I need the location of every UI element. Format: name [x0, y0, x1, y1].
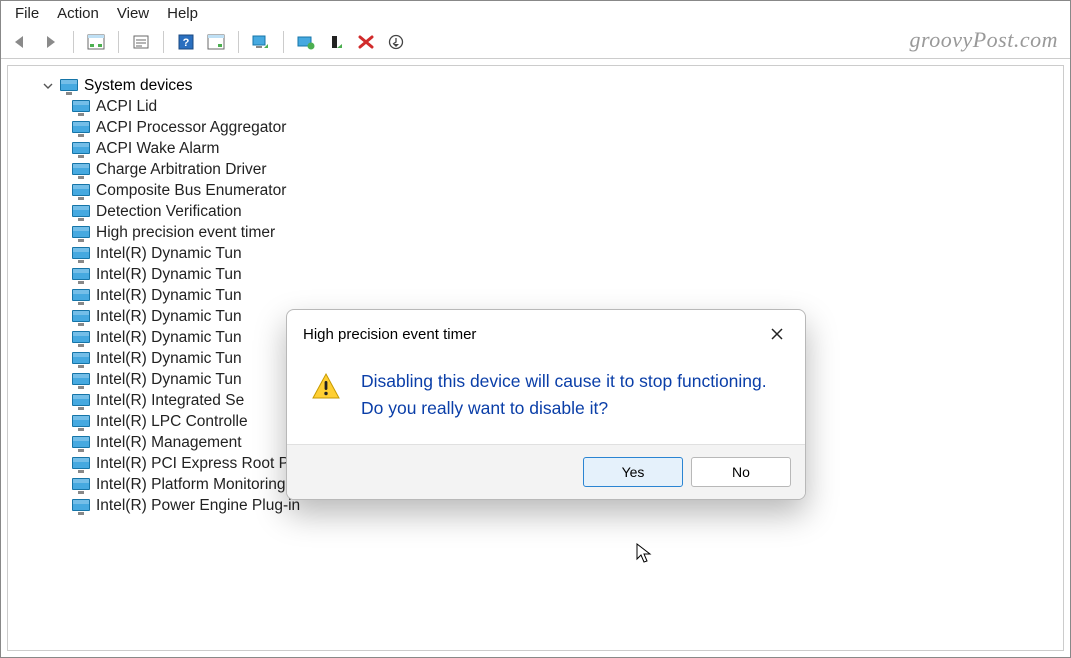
tree-item-label: Intel(R) Dynamic Tun — [96, 371, 242, 389]
dialog-message: Disabling this device will cause it to s… — [361, 368, 781, 422]
tree-item-label: Intel(R) Dynamic Tun — [96, 350, 242, 368]
device-icon — [72, 499, 90, 513]
device-icon — [72, 373, 90, 387]
device-icon — [72, 478, 90, 492]
forward-button[interactable] — [39, 30, 63, 54]
separator — [238, 31, 239, 53]
tree-item[interactable]: Charge Arbitration Driver — [72, 159, 1063, 180]
help-button[interactable]: ? — [174, 30, 198, 54]
yes-button[interactable]: Yes — [583, 457, 683, 487]
device-icon — [72, 142, 90, 156]
device-icon — [72, 415, 90, 429]
tree-item[interactable]: Intel(R) Dynamic Tun — [72, 264, 1063, 285]
device-icon — [72, 310, 90, 324]
detail-view-button[interactable] — [204, 30, 228, 54]
device-icon — [72, 457, 90, 471]
tree-item-label: Intel(R) Dynamic Tun — [96, 287, 242, 305]
tree-item[interactable]: Intel(R) Dynamic Tun — [72, 285, 1063, 306]
tree-root-system-devices[interactable]: System devices — [42, 76, 1063, 96]
device-icon — [60, 79, 78, 93]
update-driver-button[interactable] — [294, 30, 318, 54]
scan-hardware-button[interactable] — [249, 30, 273, 54]
tree-item[interactable]: ACPI Wake Alarm — [72, 138, 1063, 159]
separator — [163, 31, 164, 53]
warning-icon — [311, 368, 343, 422]
confirm-disable-dialog: High precision event timer Disabling thi… — [286, 309, 806, 500]
tree-item-label: Intel(R) Dynamic Tun — [96, 308, 242, 326]
menu-action[interactable]: Action — [57, 5, 99, 22]
disable-device-button[interactable] — [384, 30, 408, 54]
tree-item[interactable]: Composite Bus Enumerator — [72, 180, 1063, 201]
tree-item-label: High precision event timer — [96, 224, 275, 242]
tree-item[interactable]: High precision event timer — [72, 222, 1063, 243]
tree-item-label: ACPI Wake Alarm — [96, 140, 219, 158]
tree-item[interactable]: ACPI Processor Aggregator — [72, 117, 1063, 138]
close-button[interactable] — [761, 320, 793, 348]
tree-item-label: Intel(R) Dynamic Tun — [96, 329, 242, 347]
menu-view[interactable]: View — [117, 5, 149, 22]
enable-device-button[interactable] — [324, 30, 348, 54]
uninstall-device-button[interactable] — [354, 30, 378, 54]
tree-item[interactable]: ACPI Lid — [72, 96, 1063, 117]
tree-item-label: Intel(R) Management — [96, 434, 242, 452]
device-icon — [72, 289, 90, 303]
tree-item[interactable]: Detection Verification — [72, 201, 1063, 222]
device-icon — [72, 268, 90, 282]
tree-item-label: Composite Bus Enumerator — [96, 182, 286, 200]
tree-item-label: Detection Verification — [96, 203, 242, 221]
tree-item-label: Intel(R) Integrated Se — [96, 392, 244, 410]
separator — [118, 31, 119, 53]
device-icon — [72, 352, 90, 366]
device-icon — [72, 205, 90, 219]
device-icon — [72, 394, 90, 408]
tree-item[interactable]: Intel(R) Dynamic Tun — [72, 243, 1063, 264]
show-hide-tree-button[interactable] — [84, 30, 108, 54]
device-icon — [72, 247, 90, 261]
device-icon — [72, 184, 90, 198]
tree-item-label: ACPI Processor Aggregator — [96, 119, 286, 137]
properties-button[interactable] — [129, 30, 153, 54]
tree-item-label: ACPI Lid — [96, 98, 157, 116]
device-icon — [72, 100, 90, 114]
menu-bar: File Action View Help — [1, 1, 1070, 28]
tree-item-label: Intel(R) Power Engine Plug-in — [96, 497, 300, 515]
device-icon — [72, 331, 90, 345]
tree-item-label: Charge Arbitration Driver — [96, 161, 267, 179]
separator — [283, 31, 284, 53]
back-button[interactable] — [9, 30, 33, 54]
device-icon — [72, 226, 90, 240]
menu-file[interactable]: File — [15, 5, 39, 22]
device-icon — [72, 436, 90, 450]
tree-item-label: Intel(R) Dynamic Tun — [96, 266, 242, 284]
separator — [73, 31, 74, 53]
tree-item-label: Intel(R) Dynamic Tun — [96, 245, 242, 263]
dialog-title: High precision event timer — [303, 326, 476, 343]
device-icon — [72, 121, 90, 135]
menu-help[interactable]: Help — [167, 5, 198, 22]
watermark: groovyPost.com — [909, 27, 1058, 53]
tree-item-label: Intel(R) LPC Controlle — [96, 413, 248, 431]
device-icon — [72, 163, 90, 177]
tree-root-label: System devices — [84, 77, 193, 95]
no-button[interactable]: No — [691, 457, 791, 487]
chevron-down-icon[interactable] — [42, 80, 54, 92]
svg-text:?: ? — [183, 37, 190, 49]
